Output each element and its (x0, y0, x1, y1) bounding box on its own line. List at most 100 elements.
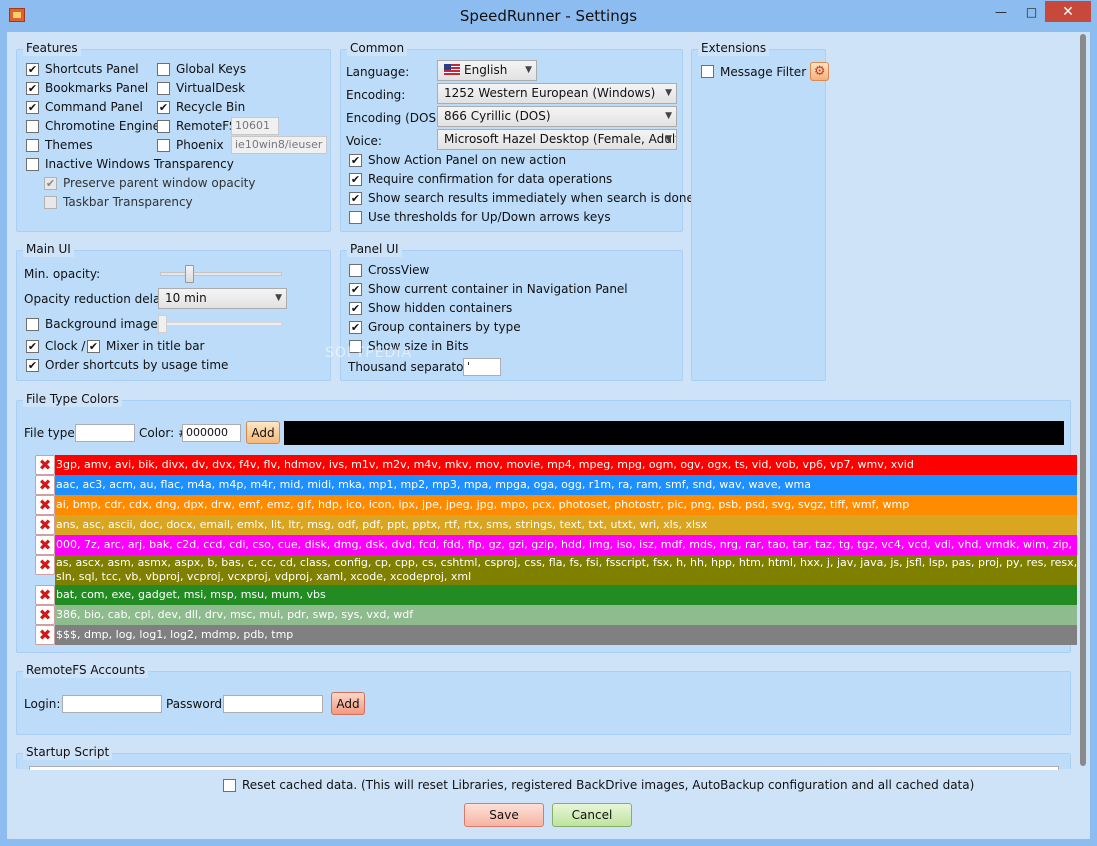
language-select[interactable]: English ▼ (437, 60, 537, 81)
checkbox[interactable] (26, 317, 39, 331)
delete-icon[interactable]: ✖ (35, 605, 55, 625)
inactive-windows-transparency-option[interactable]: Inactive Windows Transparency (26, 155, 234, 173)
option-label: Require confirmation for data operations (368, 172, 613, 186)
clock-option[interactable]: ✔ Clock / (26, 337, 85, 355)
encoding-dos-select[interactable]: 866 Cyrillic (DOS) ▼ (437, 106, 677, 127)
bookmarks-panel-option[interactable]: ✔ Bookmarks Panel (26, 79, 148, 97)
delete-icon[interactable]: ✖ (35, 625, 55, 645)
save-button[interactable]: Save (464, 803, 544, 827)
chromotine-engine-option[interactable]: Chromotine Engine (26, 117, 160, 135)
global-keys-option[interactable]: Global Keys (157, 60, 246, 78)
min-opacity-label-text: Min. opacity: (24, 267, 101, 281)
file-type-extensions: 000, 7z, arc, arj, bak, c2d, ccd, cdi, c… (55, 535, 1080, 555)
min-opacity-slider-thumb[interactable] (184, 265, 194, 283)
checkbox[interactable] (157, 81, 170, 95)
checkbox[interactable] (349, 210, 362, 224)
delete-icon[interactable]: ✖ (35, 535, 55, 555)
remotefs-accounts-group: RemoteFS Accounts Login: Password: Add (16, 662, 1071, 735)
delete-icon[interactable]: ✖ (35, 495, 55, 515)
checkbox[interactable]: ✔ (87, 339, 100, 353)
checkbox[interactable]: ✔ (157, 100, 170, 114)
close-button[interactable]: ✕ (1045, 1, 1091, 22)
minimize-button[interactable]: — (984, 1, 1018, 22)
maximize-icon: □ (1025, 4, 1038, 19)
checkbox[interactable]: ✔ (26, 100, 39, 114)
checkbox[interactable]: ✔ (349, 320, 362, 334)
checkbox[interactable]: ✔ (349, 172, 362, 186)
delete-icon[interactable]: ✖ (35, 475, 55, 495)
use-thresholds-option[interactable]: Use thresholds for Up/Down arrows keys (349, 208, 611, 226)
cancel-button[interactable]: Cancel (552, 803, 632, 827)
preserve-parent-opacity-option[interactable]: ✔ Preserve parent window opacity (44, 174, 256, 192)
order-shortcuts-option[interactable]: ✔ Order shortcuts by usage time (26, 356, 228, 374)
checkbox[interactable] (223, 778, 236, 792)
add-account-button[interactable]: Add (331, 692, 365, 715)
opacity-delay-select[interactable]: 10 min ▼ (158, 288, 287, 309)
checkbox[interactable] (44, 195, 57, 209)
show-search-results-option[interactable]: ✔ Show search results immediately when se… (349, 189, 694, 207)
mixer-option[interactable]: ✔ Mixer in title bar (87, 337, 204, 355)
checkbox[interactable]: ✔ (26, 81, 39, 95)
command-panel-option[interactable]: ✔ Command Panel (26, 98, 143, 116)
checkbox[interactable] (157, 119, 170, 133)
file-type-row: ✖ 386, bio, cab, cpl, dev, dll, drv, msc,… (35, 605, 1080, 625)
checkbox[interactable]: ✔ (349, 153, 362, 167)
checkbox[interactable]: ✔ (26, 339, 39, 353)
remotefs-option[interactable]: RemoteFS (157, 117, 237, 135)
delete-icon[interactable]: ✖ (35, 515, 55, 535)
delete-icon[interactable]: ✖ (35, 585, 55, 605)
checkbox[interactable]: ✔ (349, 282, 362, 296)
themes-option[interactable]: Themes (26, 136, 93, 154)
checkbox[interactable] (157, 62, 170, 76)
checkbox[interactable]: ✔ (349, 301, 362, 315)
option-label: Themes (45, 138, 93, 152)
taskbar-transparency-option[interactable]: Taskbar Transparency (44, 193, 193, 211)
group-containers-option[interactable]: ✔ Group containers by type (349, 318, 521, 336)
phoenix-field[interactable]: ie10win8/ieuser (231, 136, 327, 154)
background-image-option[interactable]: Background image (26, 315, 158, 333)
phoenix-option[interactable]: Phoenix (157, 136, 224, 154)
background-image-slider[interactable] (160, 322, 282, 326)
message-filter-option[interactable]: Message Filter ⚙ (701, 61, 830, 82)
checkbox[interactable]: ✔ (26, 358, 39, 372)
scrollbar-thumb[interactable] (1080, 34, 1086, 766)
min-opacity-slider[interactable] (160, 272, 282, 276)
softpedia-watermark: SOFTPEDIA (325, 345, 413, 361)
crossview-option[interactable]: CrossView (349, 261, 429, 279)
extensions-group: Extensions Message Filter ⚙ (691, 40, 830, 381)
color-input[interactable]: 000000 (182, 424, 241, 442)
checkbox[interactable] (701, 65, 714, 78)
gear-icon[interactable]: ⚙ (810, 62, 830, 81)
show-current-container-option[interactable]: ✔ Show current container in Navigation Pa… (349, 280, 628, 298)
thousand-separator-field[interactable]: ' (463, 358, 501, 376)
checkbox[interactable] (26, 157, 39, 171)
checkbox[interactable] (26, 119, 39, 133)
checkbox[interactable]: ✔ (349, 191, 362, 205)
reset-cached-data-option[interactable]: Reset cached data. (This will reset Libr… (223, 776, 974, 794)
voice-select[interactable]: Microsoft Hazel Desktop (Female, Adult) ▼ (437, 129, 677, 150)
checkbox[interactable]: ✔ (26, 62, 39, 76)
shortcuts-panel-option[interactable]: ✔ Shortcuts Panel (26, 60, 139, 78)
require-confirmation-option[interactable]: ✔ Require confirmation for data operation… (349, 170, 612, 188)
show-action-panel-option[interactable]: ✔ Show Action Panel on new action (349, 151, 566, 169)
startup-script-editor[interactable] (29, 766, 1059, 770)
remotefs-port-field[interactable]: 10601 (231, 117, 279, 135)
checkbox[interactable]: ✔ (44, 176, 57, 190)
checkbox[interactable] (349, 263, 362, 277)
maximize-button[interactable]: □ (1018, 1, 1045, 22)
add-file-type-button[interactable]: Add (246, 421, 280, 444)
recycle-bin-option[interactable]: ✔ Recycle Bin (157, 98, 245, 116)
delete-icon[interactable]: ✖ (35, 555, 55, 575)
background-image-slider-thumb[interactable] (158, 315, 167, 333)
checkbox[interactable] (157, 138, 170, 152)
password-input[interactable] (223, 695, 323, 713)
show-hidden-containers-option[interactable]: ✔ Show hidden containers (349, 299, 512, 317)
file-type-input[interactable] (75, 424, 135, 442)
virtualdesk-option[interactable]: VirtualDesk (157, 79, 245, 97)
encoding-select[interactable]: 1252 Western European (Windows) ▼ (437, 83, 677, 104)
login-input[interactable] (62, 695, 162, 713)
delete-icon[interactable]: ✖ (35, 455, 55, 475)
login-label-text: Login: (24, 697, 61, 711)
checkbox[interactable] (26, 138, 39, 152)
file-type-row: ✖ aac, ac3, acm, au, flac, m4a, m4p, m4r,… (35, 475, 1080, 495)
